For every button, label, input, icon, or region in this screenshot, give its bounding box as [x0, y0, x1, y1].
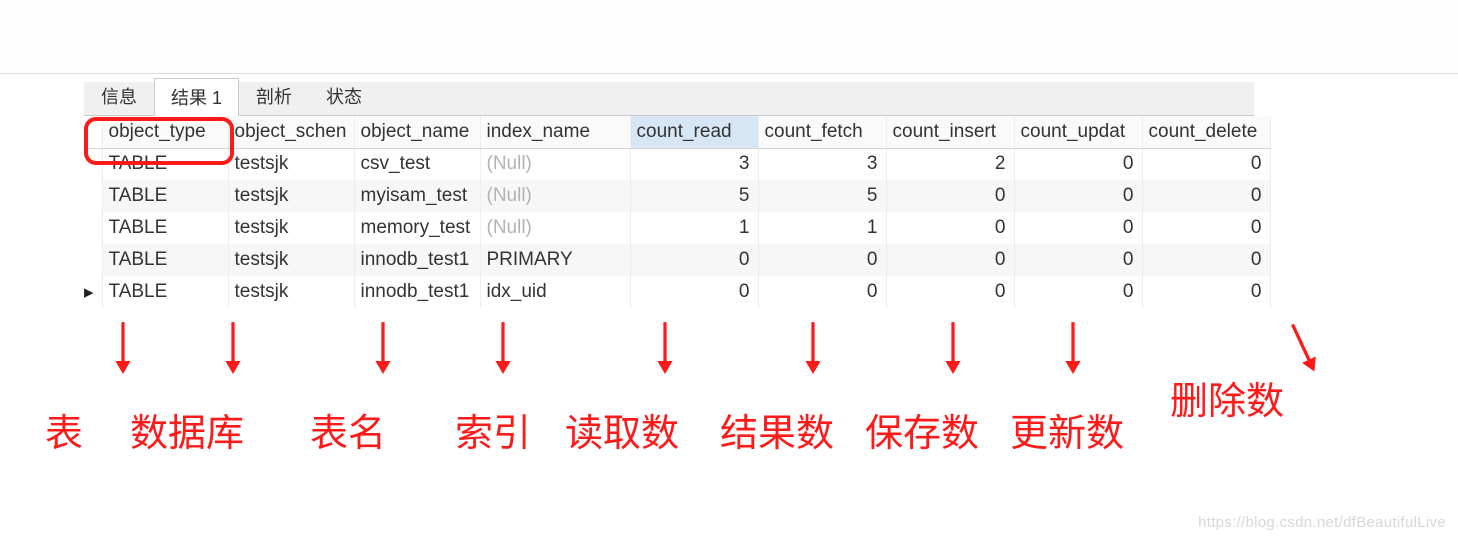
- cell-count-update[interactable]: 0: [1014, 148, 1142, 180]
- cell-count-fetch[interactable]: 3: [758, 148, 886, 180]
- col-count-delete[interactable]: count_delete: [1142, 116, 1270, 148]
- col-count-insert[interactable]: count_insert: [886, 116, 1014, 148]
- annotation-arrow-icon: [220, 320, 246, 374]
- cell-count-update[interactable]: 0: [1014, 212, 1142, 244]
- annotation-arrow-icon: [652, 320, 678, 374]
- cell-count-insert[interactable]: 2: [886, 148, 1014, 180]
- annotation-label: 保存数: [865, 402, 979, 457]
- annotation-label: 结果数: [720, 402, 834, 457]
- cell-index-name[interactable]: idx_uid: [480, 276, 630, 308]
- cell-count-read[interactable]: 5: [630, 180, 758, 212]
- cell-index-name[interactable]: (Null): [480, 212, 630, 244]
- cell-count-delete[interactable]: 0: [1142, 276, 1270, 308]
- annotation-arrow-icon: [940, 320, 966, 374]
- cell-object-type[interactable]: TABLE: [102, 244, 228, 276]
- annotation-label: 删除数: [1170, 370, 1284, 425]
- cell-count-delete[interactable]: 0: [1142, 244, 1270, 276]
- cell-object-name[interactable]: myisam_test: [354, 180, 480, 212]
- cell-object-type[interactable]: TABLE: [102, 180, 228, 212]
- cell-count-delete[interactable]: 0: [1142, 212, 1270, 244]
- cell-count-fetch[interactable]: 5: [758, 180, 886, 212]
- cell-object-name[interactable]: innodb_test1: [354, 244, 480, 276]
- cell-count-insert[interactable]: 0: [886, 244, 1014, 276]
- tab-status[interactable]: 状态: [309, 77, 379, 115]
- cell-count-read[interactable]: 3: [630, 148, 758, 180]
- annotation-arrow-icon: [1280, 317, 1326, 377]
- top-blank-area: [0, 0, 1458, 74]
- header-row: object_type object_schen object_name ind…: [84, 116, 1270, 148]
- table-row[interactable]: TABLEtestsjkinnodb_test1PRIMARY00000: [84, 244, 1270, 276]
- cell-count-update[interactable]: 0: [1014, 244, 1142, 276]
- col-count-read[interactable]: count_read: [630, 116, 758, 148]
- results-panel: 信息 结果 1 剖析 状态 object_type object_schen o…: [84, 82, 1254, 308]
- row-indicator: [84, 180, 102, 212]
- annotation-arrow-icon: [490, 320, 516, 374]
- tab-profile[interactable]: 剖析: [239, 77, 309, 115]
- row-indicator: [84, 244, 102, 276]
- table-row[interactable]: TABLEtestsjkcsv_test(Null)33200: [84, 148, 1270, 180]
- annotation-label: 数据库: [130, 402, 244, 457]
- annotation-arrow-icon: [800, 320, 826, 374]
- annotation-arrow-icon: [370, 320, 396, 374]
- col-index-name[interactable]: index_name: [480, 116, 630, 148]
- cell-count-fetch[interactable]: 0: [758, 244, 886, 276]
- annotation-label: 表名: [310, 402, 386, 457]
- cell-object-type[interactable]: TABLE: [102, 276, 228, 308]
- annotation-label: 索引: [455, 402, 531, 457]
- data-grid[interactable]: object_type object_schen object_name ind…: [84, 116, 1254, 308]
- col-count-fetch[interactable]: count_fetch: [758, 116, 886, 148]
- cell-count-delete[interactable]: 0: [1142, 148, 1270, 180]
- cell-object-schema[interactable]: testsjk: [228, 276, 354, 308]
- table-row[interactable]: TABLEtestsjkmyisam_test(Null)55000: [84, 180, 1270, 212]
- cell-object-type[interactable]: TABLE: [102, 148, 228, 180]
- tab-info[interactable]: 信息: [84, 77, 154, 115]
- tab-result-1[interactable]: 结果 1: [154, 78, 239, 116]
- tab-bar: 信息 结果 1 剖析 状态: [84, 82, 1254, 116]
- cell-count-delete[interactable]: 0: [1142, 180, 1270, 212]
- cell-object-schema[interactable]: testsjk: [228, 180, 354, 212]
- col-object-name[interactable]: object_name: [354, 116, 480, 148]
- cell-object-name[interactable]: memory_test: [354, 212, 480, 244]
- cell-object-schema[interactable]: testsjk: [228, 148, 354, 180]
- col-count-update[interactable]: count_updat: [1014, 116, 1142, 148]
- cell-object-name[interactable]: csv_test: [354, 148, 480, 180]
- cell-count-insert[interactable]: 0: [886, 180, 1014, 212]
- cell-count-read[interactable]: 0: [630, 276, 758, 308]
- annotation-arrow-icon: [110, 320, 136, 374]
- cell-count-read[interactable]: 0: [630, 244, 758, 276]
- table-row[interactable]: ▸TABLEtestsjkinnodb_test1idx_uid00000: [84, 276, 1270, 308]
- cell-count-update[interactable]: 0: [1014, 276, 1142, 308]
- table-row[interactable]: TABLEtestsjkmemory_test(Null)11000: [84, 212, 1270, 244]
- row-indicator: ▸: [84, 276, 102, 308]
- cell-object-type[interactable]: TABLE: [102, 212, 228, 244]
- cell-count-update[interactable]: 0: [1014, 180, 1142, 212]
- cell-object-schema[interactable]: testsjk: [228, 212, 354, 244]
- row-indicator: [84, 212, 102, 244]
- cell-count-read[interactable]: 1: [630, 212, 758, 244]
- annotation-label: 表: [45, 402, 83, 457]
- cell-index-name[interactable]: PRIMARY: [480, 244, 630, 276]
- row-indicator: [84, 148, 102, 180]
- cell-object-schema[interactable]: testsjk: [228, 244, 354, 276]
- row-indicator-header: [84, 116, 102, 148]
- col-object-type[interactable]: object_type: [102, 116, 228, 148]
- cell-index-name[interactable]: (Null): [480, 148, 630, 180]
- watermark: https://blog.csdn.net/dfBeautifulLive: [1198, 514, 1446, 531]
- cell-object-name[interactable]: innodb_test1: [354, 276, 480, 308]
- cell-count-fetch[interactable]: 1: [758, 212, 886, 244]
- annotation-label: 更新数: [1010, 402, 1124, 457]
- annotation-arrow-icon: [1060, 320, 1086, 374]
- cell-count-fetch[interactable]: 0: [758, 276, 886, 308]
- cell-count-insert[interactable]: 0: [886, 212, 1014, 244]
- cell-count-insert[interactable]: 0: [886, 276, 1014, 308]
- col-object-schema[interactable]: object_schen: [228, 116, 354, 148]
- annotation-label: 读取数: [565, 402, 679, 457]
- cell-index-name[interactable]: (Null): [480, 180, 630, 212]
